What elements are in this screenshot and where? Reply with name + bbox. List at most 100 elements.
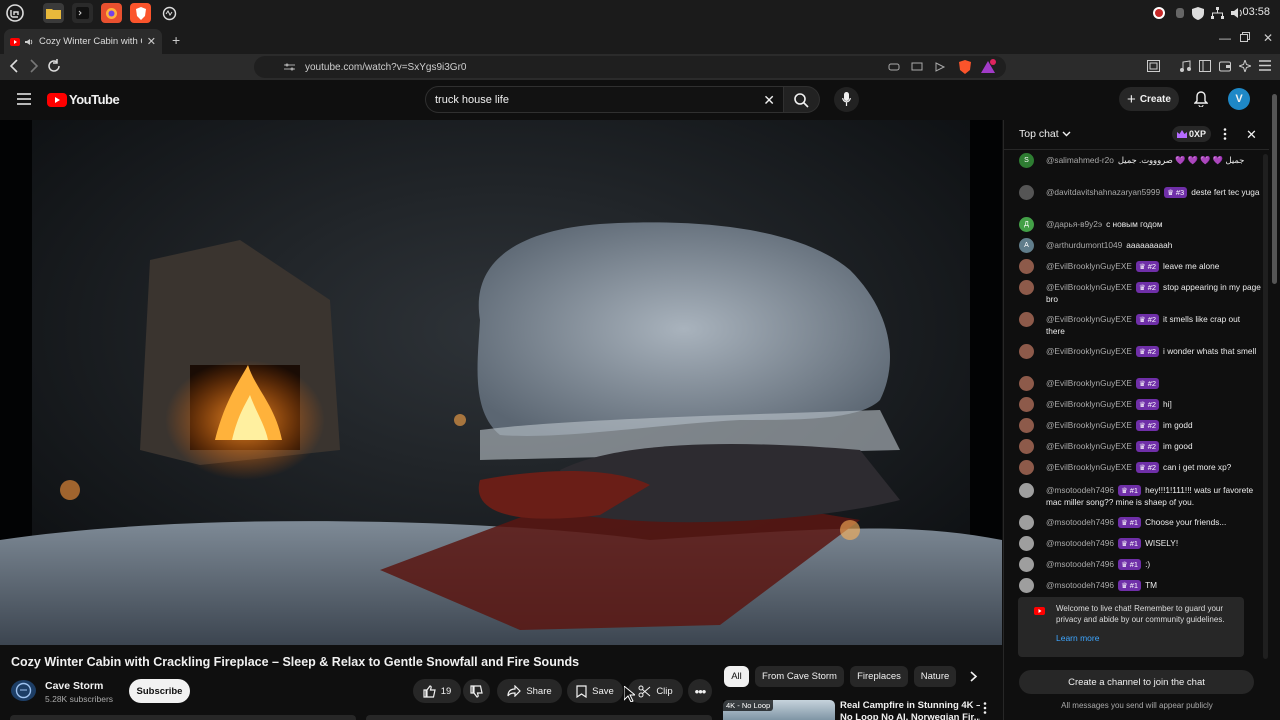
save-button[interactable]: Save bbox=[567, 679, 623, 703]
chat-author-name[interactable]: @msotoodeh7496 bbox=[1046, 580, 1114, 590]
chip-fireplaces[interactable]: Fireplaces bbox=[850, 666, 908, 687]
minimize-icon[interactable]: — bbox=[1219, 31, 1231, 45]
subscribe-button[interactable]: Subscribe bbox=[129, 679, 190, 703]
chat-more-icon[interactable] bbox=[1223, 128, 1227, 140]
chat-author-name[interactable]: @davitdavitshahnazaryan5999 bbox=[1046, 187, 1160, 197]
chat-author-avatar[interactable] bbox=[1019, 483, 1034, 498]
window-close-icon[interactable]: ✕ bbox=[1263, 31, 1273, 45]
chat-author-avatar[interactable] bbox=[1019, 312, 1034, 327]
search-button[interactable] bbox=[784, 86, 820, 113]
leo-ai-icon[interactable] bbox=[1239, 60, 1251, 72]
chat-author-avatar[interactable]: S bbox=[1019, 153, 1034, 168]
brave-icon[interactable] bbox=[130, 3, 151, 23]
reload-icon[interactable] bbox=[47, 59, 61, 73]
channel-avatar[interactable] bbox=[11, 680, 36, 701]
update-icon[interactable] bbox=[1151, 5, 1167, 21]
chat-author-avatar[interactable]: A bbox=[1019, 238, 1034, 253]
chip-from-channel[interactable]: From Cave Storm bbox=[755, 666, 844, 687]
play-icon[interactable] bbox=[934, 61, 946, 73]
chat-author-avatar[interactable] bbox=[1019, 439, 1034, 454]
restore-icon[interactable] bbox=[1240, 32, 1250, 42]
chat-author-avatar[interactable] bbox=[1019, 578, 1034, 593]
translate-icon[interactable] bbox=[888, 61, 900, 73]
more-actions-button[interactable]: ••• bbox=[688, 679, 712, 703]
rewards-icon[interactable] bbox=[980, 59, 996, 75]
youtube-logo[interactable]: YouTube bbox=[47, 92, 120, 107]
chat-author-avatar[interactable]: Д bbox=[1019, 217, 1034, 232]
chip-nature[interactable]: Nature bbox=[914, 666, 956, 687]
new-tab-icon[interactable]: + bbox=[172, 32, 180, 48]
chat-author-name[interactable]: @msotoodeh7496 bbox=[1046, 517, 1114, 527]
chat-scrollbar[interactable] bbox=[1263, 154, 1268, 659]
chat-close-icon[interactable]: ✕ bbox=[1246, 127, 1257, 143]
dislike-button[interactable] bbox=[463, 679, 490, 703]
mint-menu-icon[interactable] bbox=[4, 3, 25, 23]
clear-search-icon[interactable]: ✕ bbox=[763, 92, 775, 109]
clock[interactable]: 03:58 bbox=[1242, 6, 1270, 18]
page-scrollbar[interactable] bbox=[1269, 80, 1280, 720]
cast-icon[interactable] bbox=[911, 61, 923, 73]
xp-badge[interactable]: 0XP bbox=[1172, 126, 1212, 142]
chat-author-name[interactable]: @msotoodeh7496 bbox=[1046, 485, 1114, 495]
wallet-icon[interactable] bbox=[1219, 60, 1231, 72]
address-bar[interactable]: youtube.com/watch?v=SxYgs9i3Gr0 bbox=[254, 56, 1006, 78]
chip-all[interactable]: All bbox=[724, 666, 749, 687]
forward-icon[interactable] bbox=[29, 59, 39, 73]
site-settings-icon[interactable] bbox=[284, 62, 295, 72]
account-avatar[interactable]: V bbox=[1228, 88, 1250, 110]
learn-more-link[interactable]: Learn more bbox=[1056, 633, 1099, 643]
files-icon[interactable] bbox=[43, 3, 64, 23]
recommended-more-icon[interactable] bbox=[983, 702, 987, 714]
like-button[interactable]: 19 bbox=[413, 679, 461, 703]
chat-author-name[interactable]: @salimahmed-r2o bbox=[1046, 155, 1114, 165]
firefox-icon[interactable] bbox=[101, 3, 122, 23]
chat-author-avatar[interactable] bbox=[1019, 515, 1034, 530]
chat-author-avatar[interactable] bbox=[1019, 536, 1034, 551]
notifications-bell-icon[interactable] bbox=[1194, 91, 1208, 107]
chat-author-avatar[interactable] bbox=[1019, 418, 1034, 433]
page-scrollbar-thumb[interactable] bbox=[1272, 94, 1277, 284]
chat-author-name[interactable]: @EvilBrooklynGuyEXE bbox=[1046, 261, 1132, 271]
audio-playing-icon[interactable] bbox=[25, 38, 34, 46]
chat-author-name[interactable]: @EvilBrooklynGuyEXE bbox=[1046, 420, 1132, 430]
comment-box[interactable] bbox=[366, 715, 712, 720]
chat-author-name[interactable]: @EvilBrooklynGuyEXE bbox=[1046, 346, 1132, 356]
terminal-icon[interactable] bbox=[72, 3, 93, 23]
chips-next-icon[interactable] bbox=[970, 671, 978, 682]
shield-icon[interactable] bbox=[1190, 5, 1206, 21]
browser-tab[interactable]: Cozy Winter Cabin with Cr ✕ bbox=[4, 29, 162, 54]
chat-author-name[interactable]: @EvilBrooklynGuyEXE bbox=[1046, 441, 1132, 451]
hamburger-menu-icon[interactable] bbox=[17, 93, 31, 105]
chat-author-name[interactable]: @msotoodeh7496 bbox=[1046, 538, 1114, 548]
video-player[interactable] bbox=[0, 120, 1002, 645]
search-input[interactable]: truck house life ✕ bbox=[425, 86, 784, 113]
back-icon[interactable] bbox=[9, 59, 19, 73]
chat-author-avatar[interactable] bbox=[1019, 259, 1034, 274]
chat-author-avatar[interactable] bbox=[1019, 185, 1034, 200]
network-icon[interactable] bbox=[1209, 5, 1225, 21]
share-button[interactable]: Share bbox=[497, 679, 562, 703]
chat-author-name[interactable]: @EvilBrooklynGuyEXE bbox=[1046, 378, 1132, 388]
chat-author-avatar[interactable] bbox=[1019, 397, 1034, 412]
sidebar-toggle-icon[interactable] bbox=[1147, 60, 1160, 72]
channel-name[interactable]: Cave Storm bbox=[45, 680, 103, 692]
chat-author-avatar[interactable] bbox=[1019, 557, 1034, 572]
chat-author-avatar[interactable] bbox=[1019, 280, 1034, 295]
chat-author-name[interactable]: @EvilBrooklynGuyEXE bbox=[1046, 282, 1132, 292]
chat-author-name[interactable]: @EvilBrooklynGuyEXE bbox=[1046, 399, 1132, 409]
recommended-thumbnail[interactable]: 4K - No Loop bbox=[723, 700, 835, 720]
chat-author-name[interactable]: @дарья-в9у2э bbox=[1046, 219, 1102, 229]
reading-list-icon[interactable] bbox=[1199, 60, 1211, 72]
brave-shields-icon[interactable] bbox=[957, 59, 973, 75]
recommended-title[interactable]: Real Campfire in Stunning 4K – No Loop N… bbox=[840, 700, 980, 720]
browser-menu-icon[interactable] bbox=[1259, 60, 1271, 71]
tab-close-icon[interactable]: ✕ bbox=[147, 35, 156, 48]
chat-author-name[interactable]: @msotoodeh7496 bbox=[1046, 559, 1114, 569]
chat-author-avatar[interactable] bbox=[1019, 376, 1034, 391]
description-box[interactable] bbox=[10, 715, 356, 720]
chat-author-name[interactable]: @EvilBrooklynGuyEXE bbox=[1046, 314, 1132, 324]
create-button[interactable]: + Create bbox=[1119, 87, 1179, 111]
system-monitor-icon[interactable] bbox=[159, 3, 180, 23]
create-channel-button[interactable]: Create a channel to join the chat bbox=[1019, 670, 1254, 694]
voice-search-button[interactable] bbox=[834, 87, 859, 112]
